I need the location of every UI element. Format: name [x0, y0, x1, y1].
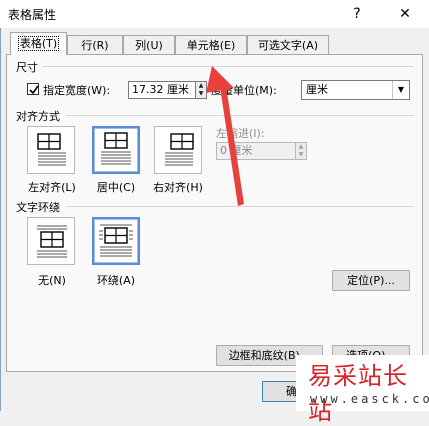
spin-down-icon[interactable]: ▼ — [196, 90, 206, 98]
align-center-option[interactable] — [92, 126, 140, 174]
wrap-around-caption: 环绕(A) — [86, 272, 146, 288]
watermark-url: www.easck.com — [310, 392, 429, 406]
wrap-around-option[interactable] — [92, 217, 140, 265]
wrapping-section-divider — [66, 206, 414, 207]
wrap-around-icon — [94, 219, 138, 263]
wrap-none-caption: 无(N) — [22, 272, 82, 288]
tab-alt-text[interactable]: 可选文字(A) — [247, 35, 329, 54]
size-section-label: 尺寸 — [16, 59, 38, 75]
tab-column-label: 列(U) — [135, 39, 163, 52]
align-left-caption: 左对齐(L) — [22, 179, 82, 195]
indent-label: 左缩进(I): — [216, 125, 265, 141]
tab-row[interactable]: 行(R) — [67, 35, 123, 54]
tab-table-label: 表格(T) — [18, 36, 59, 51]
wrap-none-option[interactable] — [27, 217, 75, 265]
tab-cell-label: 单元格(E) — [187, 39, 236, 52]
align-left-option[interactable] — [27, 126, 75, 174]
tab-panel — [6, 54, 423, 372]
size-section-divider — [42, 66, 414, 67]
align-center-caption: 居中(C) — [86, 179, 146, 195]
align-center-icon — [94, 128, 138, 172]
close-button[interactable]: ✕ — [395, 4, 415, 24]
tab-cell[interactable]: 单元格(E) — [175, 35, 247, 54]
align-right-caption: 右对齐(H) — [148, 179, 208, 195]
wrap-none-icon — [28, 218, 76, 266]
watermark-text: 易采站长站 — [308, 356, 429, 426]
alignment-section-label: 对齐方式 — [16, 108, 60, 124]
indent-input[interactable]: 0 厘米 — [216, 142, 296, 160]
indent-spinner[interactable]: ▲ ▼ — [296, 142, 307, 160]
preferred-width-label: 指定宽度(W): — [43, 82, 110, 98]
wrapping-section-label: 文字环绕 — [16, 199, 60, 215]
width-spinner[interactable]: ▲ ▼ — [196, 81, 207, 99]
window-title: 表格属性 — [8, 6, 56, 23]
positioning-button[interactable]: 定位(P)... — [332, 270, 410, 291]
measure-unit-label: 度量单位(M): — [211, 82, 277, 98]
tab-table[interactable]: 表格(T) — [10, 32, 67, 55]
tab-column[interactable]: 列(U) — [123, 35, 175, 54]
help-button[interactable]: ? — [347, 4, 367, 24]
preferred-width-checkbox[interactable] — [27, 83, 39, 95]
tab-alt-text-label: 可选文字(A) — [258, 39, 318, 52]
measure-unit-value: 厘米 — [306, 83, 328, 96]
checkmark-icon — [28, 84, 40, 96]
width-input[interactable]: 17.32 厘米 — [128, 81, 196, 99]
spin-up-icon[interactable]: ▲ — [196, 82, 206, 90]
spin-down-icon[interactable]: ▼ — [296, 151, 306, 159]
spin-up-icon[interactable]: ▲ — [296, 143, 306, 151]
align-right-option[interactable] — [154, 126, 202, 174]
tab-row-label: 行(R) — [81, 39, 108, 52]
align-right-icon — [155, 127, 203, 175]
measure-unit-select[interactable]: 厘米 ▼ — [301, 80, 410, 100]
alignment-section-divider — [66, 115, 414, 116]
chevron-down-icon[interactable]: ▼ — [392, 81, 409, 99]
align-left-icon — [28, 127, 76, 175]
